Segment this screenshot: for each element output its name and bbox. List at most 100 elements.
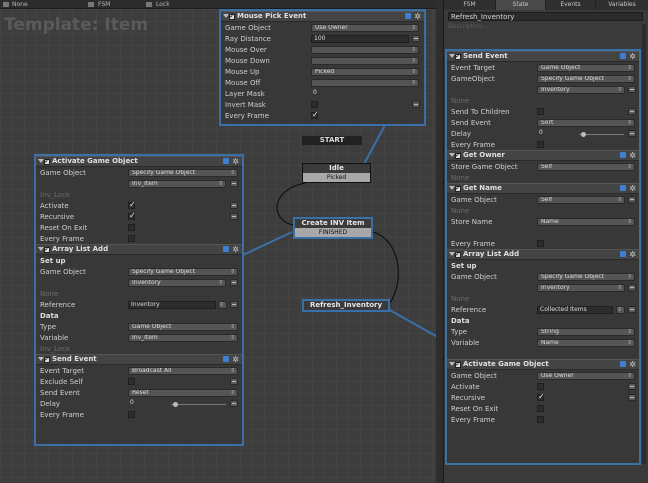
type-dropdown[interactable]: Game Object (128, 323, 238, 331)
help-book-icon[interactable] (620, 152, 627, 158)
help-book-icon[interactable] (620, 185, 627, 191)
delay-input[interactable]: 0 (537, 130, 575, 138)
send-to-children-checkbox[interactable] (537, 108, 544, 115)
gear-icon[interactable]: ✲ (414, 13, 421, 21)
variable-toggle-button[interactable] (628, 306, 636, 313)
delay-input[interactable]: 0 (128, 400, 166, 408)
reset-on-exit-checkbox[interactable] (128, 224, 135, 231)
variable-toggle-button[interactable] (230, 279, 238, 286)
enable-checkbox[interactable] (455, 52, 461, 61)
state-name-field[interactable]: Refresh_Inventory (448, 12, 643, 21)
mouse-up-dropdown[interactable]: Picked (311, 68, 419, 76)
enable-checkbox[interactable] (455, 184, 461, 193)
exclude-self-checkbox[interactable] (128, 378, 135, 385)
enable-checkbox[interactable] (455, 250, 461, 259)
every-frame-checkbox[interactable] (537, 141, 544, 148)
send-event-dropdown[interactable]: Sort (537, 119, 635, 127)
delay-slider[interactable] (171, 402, 226, 407)
variable-toggle-button[interactable] (230, 301, 238, 308)
variable-toggle-button[interactable] (412, 35, 420, 42)
game-object-var-dropdown[interactable]: Inventory (537, 284, 625, 292)
variable-toggle-button[interactable] (230, 202, 238, 209)
toolbar-none[interactable]: None (12, 1, 28, 8)
enable-checkbox[interactable] (44, 157, 50, 166)
send-event-header[interactable]: Send Event ✲ (36, 354, 242, 365)
mouse-pick-header[interactable]: Mouse Pick Event ✲ (221, 11, 424, 22)
store-game-object-dropdown[interactable]: Self (537, 163, 635, 171)
help-book-icon[interactable] (405, 13, 412, 19)
reset-on-exit-checkbox[interactable] (537, 405, 544, 412)
send-event-header[interactable]: Send Event ✲ (447, 51, 639, 62)
activate-header[interactable]: Activate Game Object ✲ (36, 156, 242, 167)
variable-toggle-button[interactable] (230, 400, 238, 407)
array-list-add-header[interactable]: Array List Add ✲ (36, 244, 242, 255)
mouse-down-dropdown[interactable] (311, 57, 419, 65)
tab-events[interactable]: Events (546, 0, 596, 10)
every-frame-checkbox[interactable] (537, 416, 544, 423)
game-object-dropdown[interactable]: Use Owner (311, 24, 419, 32)
state-create-event[interactable]: FINISHED (295, 228, 371, 237)
event-target-dropdown[interactable]: Broadcast All (128, 367, 238, 375)
gear-icon[interactable]: ✲ (629, 152, 636, 160)
variable-toggle-button[interactable] (230, 213, 238, 220)
gear-icon[interactable]: ✲ (232, 246, 239, 254)
every-frame-checkbox[interactable] (128, 411, 135, 418)
state-refresh-inventory[interactable]: Refresh_Inventory (302, 299, 390, 312)
type-dropdown[interactable]: String (537, 328, 635, 336)
variable-toggle-button[interactable] (412, 101, 420, 108)
enable-checkbox[interactable] (455, 360, 461, 369)
game-object-var-dropdown[interactable]: Inventory (537, 86, 625, 94)
state-idle[interactable]: Idle Picked (302, 163, 371, 183)
toolbar-lock[interactable]: Lock (156, 1, 170, 8)
variable-toggle-button[interactable] (628, 130, 636, 137)
help-book-icon[interactable] (620, 251, 627, 257)
gear-icon[interactable]: ✲ (232, 356, 239, 364)
game-object-dropdown[interactable]: Use Owner (537, 372, 635, 380)
enable-checkbox[interactable] (44, 355, 50, 364)
game-object-dropdown[interactable]: Specify Game Object (128, 169, 238, 177)
variable-toggle-button[interactable] (628, 196, 636, 203)
variable-toggle-button[interactable] (628, 108, 636, 115)
event-target-dropdown[interactable]: Game Object (537, 64, 635, 72)
game-object-var-dropdown[interactable]: Inventory (128, 279, 226, 287)
help-book-icon[interactable] (620, 53, 627, 59)
mouse-off-dropdown[interactable] (311, 79, 419, 87)
variable-toggle-button[interactable] (230, 180, 238, 187)
variable-toggle-button[interactable] (230, 378, 238, 385)
recursive-checkbox[interactable] (537, 392, 545, 401)
variable-toggle-button[interactable] (628, 394, 636, 401)
gear-icon[interactable]: ✲ (232, 158, 239, 166)
variable-dropdown[interactable]: Name (537, 339, 635, 347)
gear-icon[interactable]: ✲ (629, 53, 636, 61)
activate-header[interactable]: Activate Game Object ✲ (447, 359, 639, 370)
recursive-checkbox[interactable] (128, 211, 136, 220)
gear-icon[interactable]: ✲ (629, 361, 636, 369)
slider-knob[interactable] (581, 132, 586, 137)
get-owner-header[interactable]: Get Owner ✲ (447, 150, 639, 161)
tab-variables[interactable]: Variables (596, 0, 648, 10)
get-name-header[interactable]: Get Name ✲ (447, 183, 639, 194)
every-frame-checkbox[interactable] (128, 235, 135, 242)
reference-dropdown[interactable] (218, 301, 227, 309)
invert-mask-checkbox[interactable] (311, 101, 318, 108)
tab-fsm[interactable]: FSM (444, 0, 496, 10)
panel-divider[interactable] (436, 0, 443, 483)
state-idle-event[interactable]: Picked (303, 173, 370, 182)
enable-checkbox[interactable] (229, 12, 235, 21)
toolbar-fsm[interactable]: FSM (98, 1, 110, 8)
variable-toggle-button[interactable] (628, 383, 636, 390)
game-object-dropdown[interactable]: Specify Game Object (537, 75, 635, 83)
delay-slider[interactable] (579, 132, 624, 137)
game-object-dropdown[interactable]: Self (537, 196, 625, 204)
inspector-scrollbar[interactable] (642, 24, 646, 464)
reference-dropdown[interactable] (616, 306, 625, 314)
store-name-dropdown[interactable]: Name (537, 218, 635, 226)
ray-distance-input[interactable]: 100 (311, 35, 409, 43)
mouse-over-dropdown[interactable] (311, 46, 419, 54)
enable-checkbox[interactable] (44, 245, 50, 254)
state-create-inv-item[interactable]: Create INV Item FINISHED (293, 217, 373, 239)
help-book-icon[interactable] (223, 356, 230, 362)
variable-dropdown[interactable]: Inv_Item (128, 334, 238, 342)
reference-input[interactable]: Collected Items (537, 306, 613, 314)
help-book-icon[interactable] (223, 246, 230, 252)
